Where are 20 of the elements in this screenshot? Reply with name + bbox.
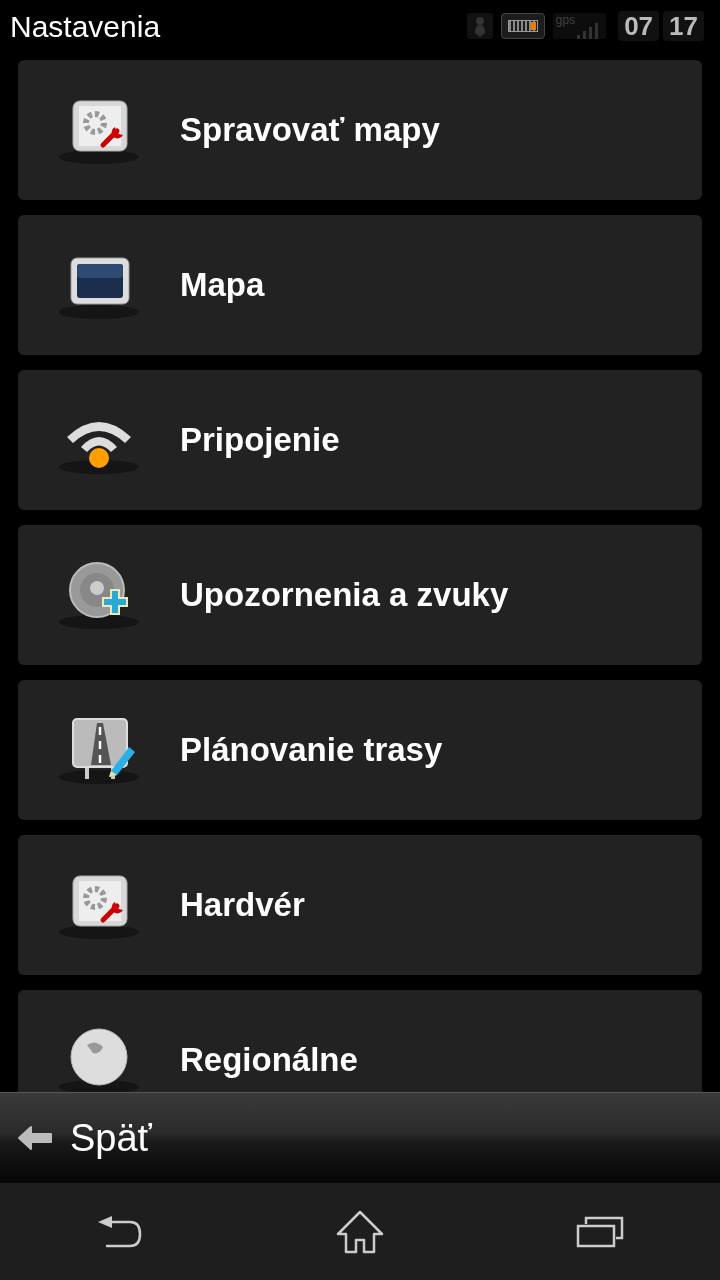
globe-icon [59, 1025, 139, 1092]
clock-minutes: 17 [663, 11, 704, 41]
menu-item[interactable]: Mapa [18, 215, 702, 355]
speaker-plus-icon [59, 560, 139, 630]
back-arrow-icon [16, 1123, 54, 1153]
menu-item[interactable]: Spravovať mapy [18, 60, 702, 200]
battery-icon [500, 13, 545, 39]
back-icon[interactable] [96, 1213, 144, 1250]
back-button[interactable]: Späť [0, 1092, 720, 1183]
menu-item[interactable]: Plánovanie trasy [18, 680, 702, 820]
clock-hours: 07 [618, 11, 660, 41]
menu-item[interactable]: Pripojenie [18, 370, 702, 510]
road-sign-pencil-icon [59, 715, 139, 785]
screen-title: Nastavenia [10, 8, 161, 45]
menu-item[interactable]: Regionálne [18, 990, 702, 1092]
menu-item[interactable]: Hardvér [18, 835, 702, 975]
home-icon[interactable] [336, 1209, 384, 1254]
menu-item[interactable]: Upozornenia a zvuky [18, 525, 702, 665]
recent-apps-icon[interactable] [576, 1215, 624, 1248]
person-icon [466, 13, 493, 39]
